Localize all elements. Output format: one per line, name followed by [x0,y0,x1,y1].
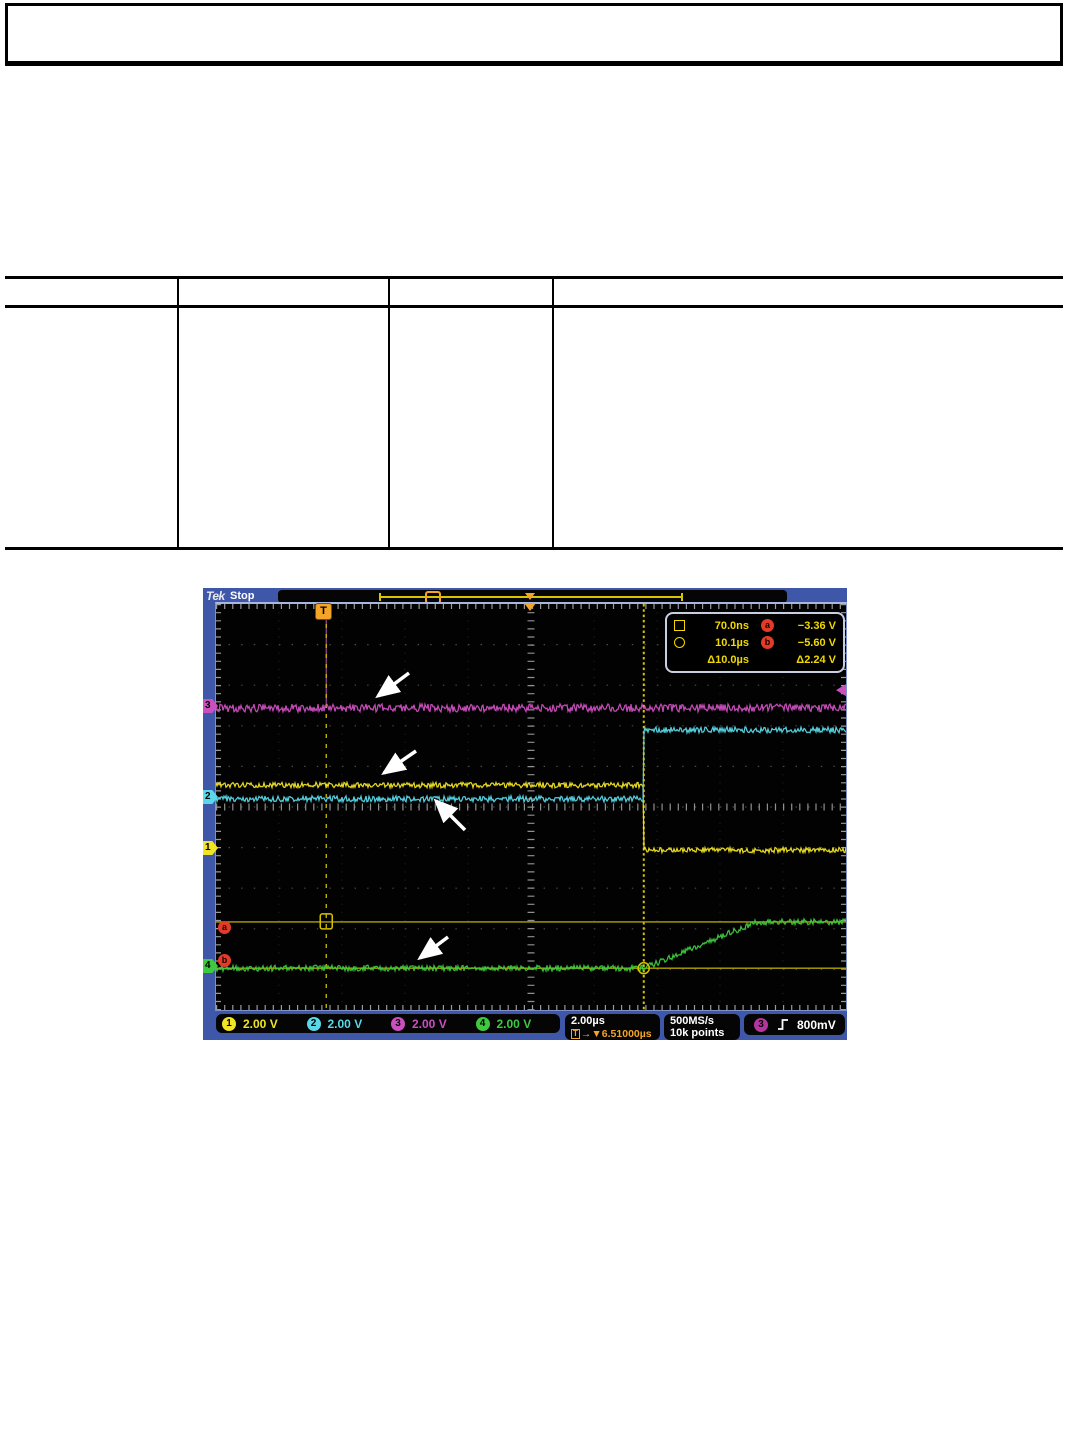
cursor-delta-row: Δ10.0µs Δ2.24 V [674,651,836,668]
cursor-b-badge: b [761,636,774,649]
table-column-divider [388,279,390,547]
document-page: Tek Stop T 3 2 1 a b 4 70.0ns a −3.36 V … [0,0,1068,1442]
channel-4-readout: 4 2.00 V [475,1016,561,1031]
record-window-left-bracket [379,593,381,601]
horizontal-readout: 2.00µs T →▼ 6.51000µs [565,1014,660,1040]
delta-time: Δ10.0µs [707,653,749,666]
ch4-scale: 2.00 V [496,1016,532,1031]
cursor2-time: 10.1µs [715,636,749,649]
cursor-readout-box: 70.0ns a −3.36 V 10.1µs b −5.60 V Δ10.0µ… [665,612,845,673]
data-table [5,276,1063,550]
trigger-time-flag: T [315,603,332,620]
ch1-scale: 2.00 V [243,1016,278,1031]
delay-value: 6.51000µs [601,1028,652,1040]
table-header-row [5,279,1063,308]
timebase-value: 2.00µs [571,1015,605,1027]
ch2-scale: 2.00 V [327,1016,363,1031]
delay-arrows-icon: →▼ [580,1028,602,1040]
acquisition-readout: 500MS/s 10k points [664,1014,740,1040]
oscilloscope-figure: Tek Stop T 3 2 1 a b 4 70.0ns a −3.36 V … [203,588,847,1040]
delay-readout: T →▼ 6.51000µs [571,1028,660,1040]
acquisition-status: Stop [230,590,255,602]
ch3-badge: 3 [391,1016,405,1031]
ch1-badge: 1 [222,1016,236,1031]
header-box [5,3,1063,66]
trigger-level: 800mV [797,1017,836,1032]
cursor-b-voltage: −5.60 V [797,636,836,649]
cursor-b-marker: b [218,954,231,967]
ch3-scale: 2.00 V [412,1016,447,1031]
t-box-icon: T [571,1029,580,1039]
sample-rate: 500MS/s [670,1015,715,1027]
cursor-a-voltage: −3.36 V [797,619,836,632]
cursor1-readout-row: 70.0ns a −3.36 V [674,617,836,634]
cursor1-square-icon [674,620,687,631]
cursor2-readout-row: 10.1µs b −5.60 V [674,634,836,651]
cursor-a-marker: a [218,921,231,934]
cursor-a-badge: a [761,619,774,632]
cursor2-circle-icon [674,637,687,648]
channel-1-readout: 1 2.00 V [222,1016,307,1031]
trigger-readout: 3 800mV [744,1014,845,1035]
cursor1-time: 70.0ns [714,619,749,632]
ch2-badge: 2 [306,1016,321,1031]
table-column-divider [552,279,554,547]
table-column-divider [177,279,179,547]
channel-3-readout: 3 2.00 V [391,1016,476,1031]
delta-voltage: Δ2.24 V [796,653,836,666]
tek-logo: Tek [206,589,225,603]
trigger-source-badge: 3 [754,1017,768,1032]
trigger-point-icon [524,603,536,611]
trigger-position-icon [525,593,535,600]
rising-edge-icon [778,1019,788,1030]
ch4-badge: 4 [475,1016,490,1031]
record-window-right-bracket [681,593,683,601]
channel-2-readout: 2 2.00 V [306,1016,392,1031]
channel-scale-readout: 1 2.00 V 2 2.00 V 3 2.00 V 4 2.00 V [216,1014,560,1033]
record-length: 10k points [670,1027,725,1039]
